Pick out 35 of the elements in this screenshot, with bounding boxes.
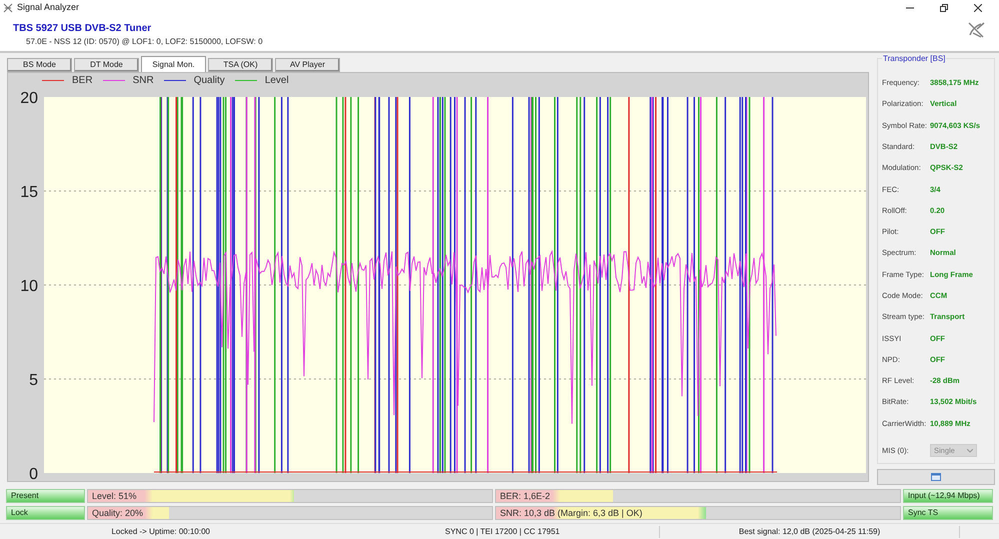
device-title: TBS 5927 USB DVB-S2 Tuner (13, 22, 152, 36)
legend-label: Quality (194, 74, 225, 88)
window-title: Signal Analyzer (17, 1, 80, 14)
window-icon (931, 473, 941, 482)
axis-label: 5 (29, 372, 38, 389)
app-icon (3, 3, 13, 13)
legend-label: BER (72, 74, 93, 88)
uptime-text: Locked -> Uptime: 00:10:00 (110, 526, 210, 538)
legend-label: Level (264, 74, 289, 88)
axis-label: 15 (20, 184, 38, 201)
legend-label: SNR (132, 74, 154, 88)
window-button[interactable] (877, 469, 995, 485)
best-signal-text: Best signal: 12,0 dB (2025-04-25 11:59) (660, 526, 960, 538)
meter-label: SNR: 10,3 dB (Margin: 6,3 dB | OK) (499, 507, 644, 519)
mode-tab[interactable]: AV Player (275, 58, 340, 72)
mode-tab[interactable]: BS Mode (7, 58, 72, 72)
device-subtitle: 57.0E - NSS 12 (ID: 0570) @ LOF1: 0, LOF2: 5150000, LOFSW: 0 (26, 36, 263, 48)
close-icon[interactable] (974, 4, 982, 12)
meter-label: BER: 1,6E-2 (499, 490, 552, 502)
mode-tab[interactable]: DT Mode (74, 58, 139, 72)
counters-text: SYNC 0 | TEI 17200 | CC 17951 (445, 526, 660, 538)
axis-label: 20 (20, 90, 38, 107)
meter-label: Level: 51% (91, 490, 138, 502)
panel-title: Transponder [BS] (882, 53, 946, 65)
status-indicator: Present (6, 489, 85, 503)
axis-label: 0 (29, 466, 38, 481)
status-indicator: Sync TS (903, 506, 993, 520)
status-indicator: Input (~12,94 Mbps) (903, 489, 993, 503)
mode-tab[interactable]: TSA (OK) (208, 58, 273, 72)
axis-label: 10 (20, 278, 38, 295)
status-indicator: Lock (6, 506, 85, 520)
chevron-down-icon (967, 448, 973, 453)
restore-icon[interactable] (940, 4, 948, 12)
mode-tab[interactable]: Signal Mon. (141, 56, 206, 72)
meter-label: Quality: 20% (91, 507, 144, 519)
